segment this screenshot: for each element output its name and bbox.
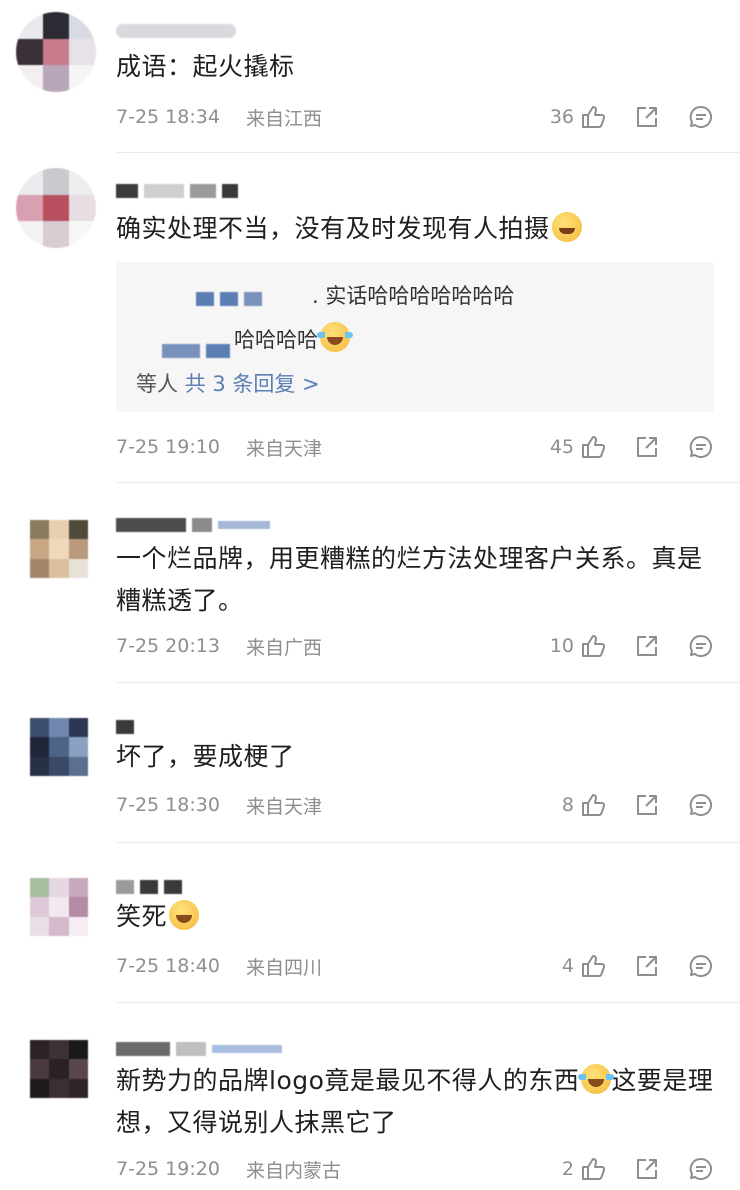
thumbs-up-icon — [582, 436, 606, 458]
username-redacted[interactable] — [116, 182, 238, 200]
reply-preview[interactable]: . 实话哈哈哈哈哈哈哈 哈哈哈哈 等人 共 3 条回复 > — [116, 262, 714, 412]
thumbs-up-icon — [582, 106, 606, 128]
view-replies-link[interactable]: 等人 共 3 条回复 > — [136, 368, 320, 398]
avatar[interactable] — [30, 520, 88, 578]
comment-icon[interactable] — [688, 434, 714, 460]
avatar[interactable] — [30, 1040, 88, 1098]
divider — [116, 482, 740, 483]
like-count: 8 — [561, 794, 574, 816]
comment-text: 一个烂品牌，用更糟糕的烂方法处理客户关系。真是糟糕透了。 — [116, 544, 703, 615]
share-icon[interactable] — [634, 953, 660, 979]
tears-of-joy-emoji — [578, 1064, 615, 1094]
like-count: 45 — [549, 436, 574, 458]
comment-text: 新势力的品牌logo竟是最见不得人的东西 这要是理想，又得说别人抹黑它了 — [116, 1060, 716, 1144]
share-icon[interactable] — [634, 1156, 660, 1182]
divider — [116, 842, 740, 843]
reply-username-redacted[interactable] — [196, 290, 262, 308]
username-redacted[interactable] — [116, 516, 270, 534]
upside-down-face-emoji — [551, 212, 582, 242]
comment-icon[interactable] — [688, 1156, 714, 1182]
username-redacted[interactable] — [116, 22, 236, 40]
share-icon[interactable] — [634, 434, 660, 460]
username-redacted[interactable] — [116, 718, 134, 736]
like-count: 4 — [561, 955, 574, 977]
divider — [116, 152, 740, 153]
thumbs-up-icon — [582, 635, 606, 657]
divider — [116, 1002, 740, 1003]
share-icon[interactable] — [634, 104, 660, 130]
share-icon[interactable] — [634, 792, 660, 818]
comment-time: 7-25 18:34 — [116, 106, 220, 128]
reply-text-content: 哈哈哈哈 — [234, 328, 318, 352]
thumbs-up-icon — [582, 1158, 606, 1180]
divider — [116, 682, 740, 683]
comment-icon[interactable] — [688, 633, 714, 659]
like-button[interactable]: 36 — [550, 104, 606, 130]
reply-count-link[interactable]: 共 3 条回复 > — [185, 372, 320, 396]
like-button[interactable]: 10 — [550, 633, 606, 659]
thumbs-up-icon — [582, 955, 606, 977]
username-redacted[interactable] — [116, 878, 182, 896]
comment-icon[interactable] — [688, 953, 714, 979]
comment-text: 坏了，要成梗了 — [116, 742, 295, 771]
like-button[interactable]: 45 — [550, 434, 606, 460]
comment-text: 确实处理不当，没有及时发现有人拍摄 — [116, 208, 716, 250]
like-count: 10 — [549, 635, 574, 657]
like-button[interactable]: 2 — [562, 1156, 606, 1182]
comment-text: 成语：起火撬标 — [116, 52, 295, 81]
username-redacted[interactable] — [116, 1040, 282, 1058]
avatar[interactable] — [16, 12, 96, 92]
reply-text-line1: . 实话哈哈哈哈哈哈哈 — [312, 284, 515, 308]
like-button[interactable]: 4 — [562, 953, 606, 979]
comment-time: 7-25 19:20 — [116, 1158, 220, 1180]
comment-text-part1: 新势力的品牌logo竟是最见不得人的东西 — [116, 1066, 580, 1095]
reply-username-redacted[interactable] — [162, 342, 230, 360]
avatar[interactable] — [16, 168, 96, 248]
thumbs-up-icon — [582, 794, 606, 816]
comment-time: 7-25 19:10 — [116, 436, 220, 458]
avatar[interactable] — [30, 878, 88, 936]
comment-time: 7-25 18:30 — [116, 794, 220, 816]
comment-text: 笑死 — [116, 896, 716, 938]
like-count: 36 — [549, 106, 574, 128]
tears-of-joy-emoji — [317, 322, 353, 352]
avatar[interactable] — [30, 718, 88, 776]
share-icon[interactable] — [634, 633, 660, 659]
reply-text-line2: 哈哈哈哈 — [234, 322, 353, 354]
like-count: 2 — [561, 1158, 574, 1180]
like-button[interactable]: 8 — [562, 792, 606, 818]
comment-time: 7-25 18:40 — [116, 955, 220, 977]
grinning-face-emoji — [169, 900, 200, 930]
comment-text-content: 确实处理不当，没有及时发现有人拍摄 — [116, 214, 550, 243]
comment-icon[interactable] — [688, 792, 714, 818]
reply-more-prefix: 等人 — [136, 372, 178, 396]
comment-text-content: 笑死 — [116, 902, 168, 931]
comment-time: 7-25 20:13 — [116, 635, 220, 657]
comment-icon[interactable] — [688, 104, 714, 130]
